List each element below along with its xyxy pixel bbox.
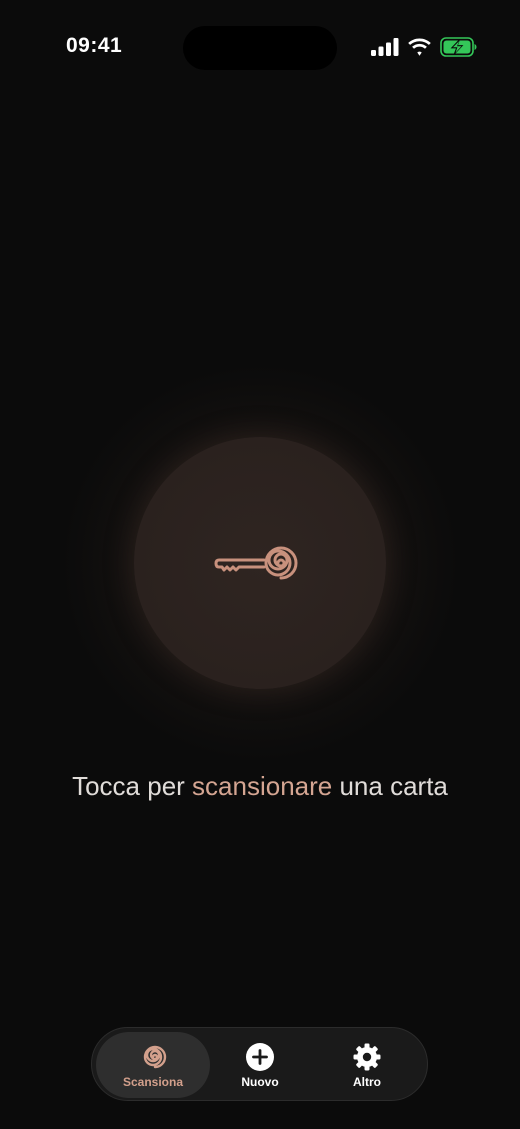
status-icons <box>371 36 478 58</box>
spiral-icon <box>143 1045 167 1068</box>
battery-charging-icon <box>440 37 477 57</box>
scan-prompt: Tocca per scansionare una carta <box>0 771 520 802</box>
tab-scansiona[interactable]: Scansiona <box>96 1032 210 1098</box>
tab-label-nuovo: Nuovo <box>241 1074 279 1089</box>
tab-nuovo[interactable]: Nuovo <box>203 1032 317 1098</box>
tab-label-altro: Altro <box>353 1074 381 1089</box>
tab-altro[interactable]: Altro <box>310 1032 424 1098</box>
signal-icon <box>371 38 399 56</box>
screen: 09:41 Tocca per scansionare una carta Sc… <box>0 0 520 1129</box>
key-spiral-icon <box>214 546 298 580</box>
wifi-icon <box>408 38 431 56</box>
prompt-prefix: Tocca per <box>72 771 193 801</box>
status-time: 09:41 <box>66 34 123 57</box>
tab-bar: Scansiona Nuovo Altro <box>91 1027 428 1101</box>
prompt-accent: scansionare <box>192 771 333 801</box>
dynamic-island <box>183 26 337 70</box>
gear-icon <box>353 1043 381 1070</box>
prompt-suffix: una carta <box>332 771 448 801</box>
plus-circle-icon <box>246 1042 274 1071</box>
tab-label-scansiona: Scansiona <box>122 1074 184 1089</box>
